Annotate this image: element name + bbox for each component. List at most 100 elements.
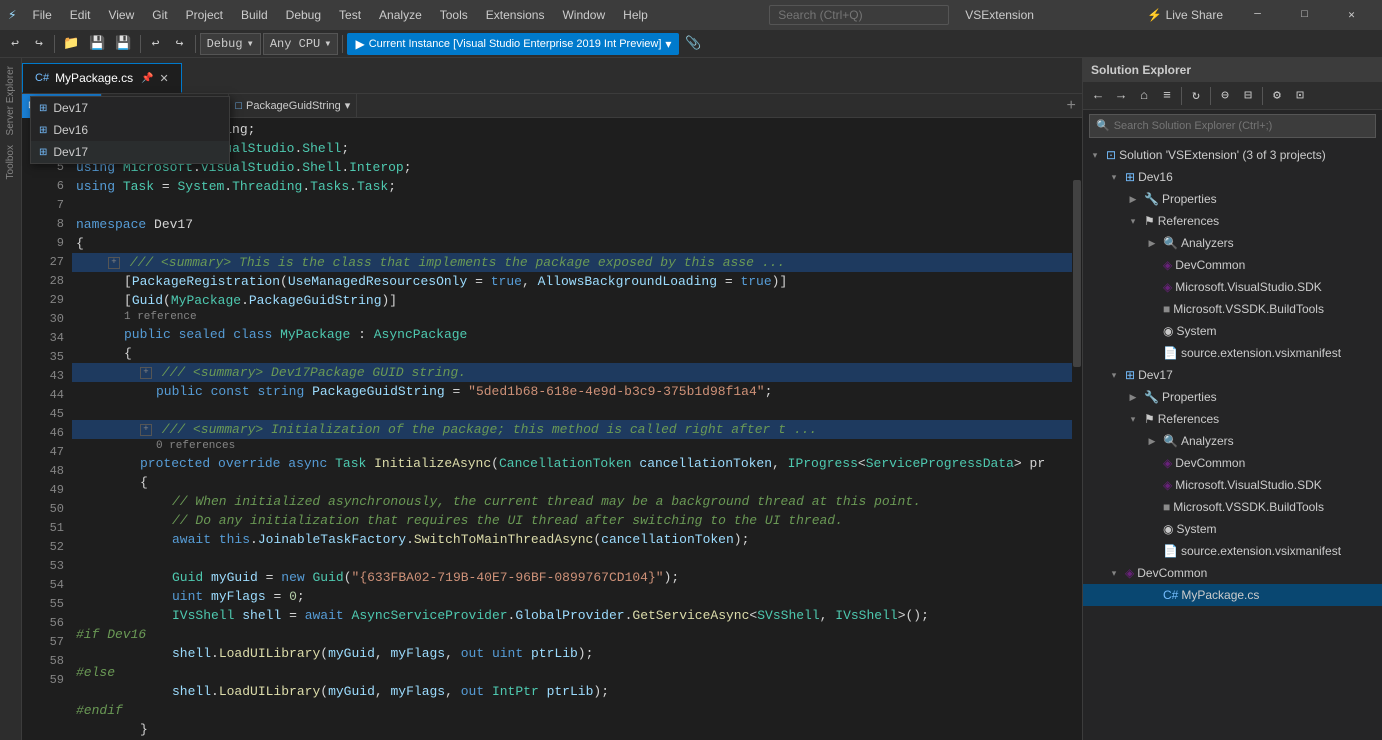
se-props-btn[interactable]: ≡ — [1156, 85, 1178, 107]
menu-tools[interactable]: Tools — [432, 6, 476, 24]
tab-mypackage[interactable]: C# MyPackage.cs 📌 ✕ — [22, 63, 182, 93]
menu-file[interactable]: File — [24, 6, 59, 24]
tree-analyzers-dev17[interactable]: ▶ 🔍 Analyzers — [1083, 430, 1382, 452]
tree-vs-sdk-dev16[interactable]: ◈ Microsoft.VisualStudio.SDK — [1083, 276, 1382, 298]
toolbar-undo-btn[interactable]: ↩ — [145, 33, 167, 55]
tab-close-btn[interactable]: ✕ — [160, 72, 169, 85]
toolbar-back-btn[interactable]: ↩ — [4, 33, 26, 55]
expand-analyzers-dev17[interactable]: ▶ — [1144, 433, 1160, 449]
se-close-btn[interactable]: ⊡ — [1289, 85, 1311, 107]
tree-system-dev16[interactable]: ◉ System — [1083, 320, 1382, 342]
code-line-54: #else — [72, 663, 1082, 682]
se-fwd-btn[interactable]: → — [1110, 85, 1132, 107]
tree-devcommon-dev17[interactable]: ◈ DevCommon — [1083, 452, 1382, 474]
toolbar-redo-btn[interactable]: ↪ — [169, 33, 191, 55]
tree-manifest-dev17[interactable]: 📄 source.extension.vsixmanifest — [1083, 540, 1382, 562]
code-line-51: IVsShell shell = await AsyncServiceProvi… — [72, 606, 1082, 625]
close-button[interactable]: ✕ — [1329, 0, 1374, 30]
menu-bar: File Edit View Git Project Build Debug T… — [24, 6, 655, 24]
tree-references-dev17[interactable]: ▾ ⚑ References — [1083, 408, 1382, 430]
code-editor: 3 4 5 6 7 8 9 27 28 29 30 34 35 43 44 — [22, 118, 1082, 740]
maximize-button[interactable]: □ — [1282, 0, 1327, 30]
expand-26[interactable]: + — [108, 257, 120, 269]
se-home-btn[interactable]: ⌂ — [1133, 85, 1155, 107]
branch-item-dev17-top[interactable]: ⊞ Dev17 — [31, 97, 229, 119]
code-content[interactable]: using System.Threading; using Microsoft.… — [72, 118, 1082, 740]
menu-debug[interactable]: Debug — [278, 6, 329, 24]
expand-refs-dev16[interactable]: ▾ — [1125, 213, 1141, 229]
tree-vssdk-bt-dev17[interactable]: ■ Microsoft.VSSDK.BuildTools — [1083, 496, 1382, 518]
title-search-input[interactable] — [769, 5, 949, 25]
platform-dropdown[interactable]: Any CPU ▾ — [263, 33, 339, 55]
tab-label: MyPackage.cs — [55, 71, 133, 85]
se-search-icon: 🔍 — [1096, 119, 1110, 133]
tab-pin-icon[interactable]: 📌 — [141, 73, 153, 84]
tree-vs-sdk-dev17[interactable]: ◈ Microsoft.VisualStudio.SDK — [1083, 474, 1382, 496]
menu-help[interactable]: Help — [615, 6, 656, 24]
menu-build[interactable]: Build — [233, 6, 276, 24]
add-tab-btn[interactable]: + — [1060, 94, 1082, 118]
expand-dev17[interactable]: ▾ — [1106, 367, 1122, 383]
expand-dev16[interactable]: ▾ — [1106, 169, 1122, 185]
tree-project-devcommon[interactable]: ▾ ◈ DevCommon — [1083, 562, 1382, 584]
tree-project-dev16[interactable]: ▾ ⊞ Dev16 — [1083, 166, 1382, 188]
se-filter-btn[interactable]: ⊟ — [1237, 85, 1259, 107]
properties-dev16-icon: 🔧 — [1144, 192, 1159, 206]
expand-31[interactable]: + — [140, 367, 152, 379]
se-search[interactable]: 🔍 — [1089, 114, 1376, 138]
expand-refs-dev17[interactable]: ▾ — [1125, 411, 1141, 427]
tree-project-dev17[interactable]: ▾ ⊞ Dev17 — [1083, 364, 1382, 386]
se-collapse-btn[interactable]: ⊖ — [1214, 85, 1236, 107]
debug-config-dropdown[interactable]: Debug ▾ — [200, 33, 261, 55]
expand-solution[interactable]: ▾ — [1087, 147, 1103, 163]
toolbar-attach-btn[interactable]: 📎 — [681, 33, 705, 55]
se-settings-btn[interactable]: ⚙ — [1266, 85, 1288, 107]
toolbar: ↩ ↪ 📁 💾 💾 ↩ ↪ Debug ▾ Any CPU ▾ ▶ Curren… — [0, 30, 1382, 58]
run-button[interactable]: ▶ Current Instance [Visual Studio Enterp… — [347, 33, 679, 55]
code-line-30: { — [72, 344, 1082, 363]
toolbar-fwd-btn[interactable]: ↪ — [28, 33, 50, 55]
editor-scrollbar[interactable] — [1072, 118, 1082, 740]
tree-manifest-dev16[interactable]: 📄 source.extension.vsixmanifest — [1083, 342, 1382, 364]
menu-test[interactable]: Test — [331, 6, 369, 24]
member-dropdown[interactable]: □ PackageGuidString ▾ — [229, 94, 357, 118]
menu-project[interactable]: Project — [178, 6, 231, 24]
se-back-btn[interactable]: ← — [1087, 85, 1109, 107]
branch-item-dev16[interactable]: ⊞ Dev16 — [31, 119, 229, 141]
toolbar-save-btn[interactable]: 💾 — [85, 33, 109, 55]
tree-properties-dev16[interactable]: ▶ 🔧 Properties — [1083, 188, 1382, 210]
live-share-btn[interactable]: ⚡ Live Share — [1147, 8, 1223, 22]
tree-mypackage-cs[interactable]: C# MyPackage.cs — [1083, 584, 1382, 606]
tree-vssdk-bt-dev16[interactable]: ■ Microsoft.VSSDK.BuildTools — [1083, 298, 1382, 320]
tree-analyzers-dev16[interactable]: ▶ 🔍 Analyzers — [1083, 232, 1382, 254]
tree-properties-dev17[interactable]: ▶ 🔧 Properties — [1083, 386, 1382, 408]
se-sep-2 — [1210, 87, 1211, 105]
expand-props-dev16[interactable]: ▶ — [1125, 191, 1141, 207]
tree-system-dev17[interactable]: ◉ System — [1083, 518, 1382, 540]
se-refresh-btn[interactable]: ↻ — [1185, 85, 1207, 107]
vssdk-bt-dev16-label: Microsoft.VSSDK.BuildTools — [1173, 302, 1324, 316]
expand-36[interactable]: + — [140, 424, 152, 436]
se-search-input[interactable] — [1114, 120, 1369, 132]
branch-item-dev17-selected[interactable]: ⊞ Dev17 — [31, 141, 229, 163]
devcommon-dev17-label: DevCommon — [1175, 456, 1245, 470]
menu-extensions[interactable]: Extensions — [478, 6, 553, 24]
tree-devcommon-dev16[interactable]: ◈ DevCommon — [1083, 254, 1382, 276]
menu-git[interactable]: Git — [144, 6, 175, 24]
menu-edit[interactable]: Edit — [62, 6, 99, 24]
server-explorer-label[interactable]: Server Explorer — [3, 62, 18, 139]
tree-references-dev16[interactable]: ▾ ⚑ References — [1083, 210, 1382, 232]
toolbox-label[interactable]: Toolbox — [3, 141, 18, 183]
menu-window[interactable]: Window — [554, 6, 613, 24]
code-line-53: shell.LoadUILibrary(myGuid, myFlags, out… — [72, 644, 1082, 663]
expand-analyzers-dev16[interactable]: ▶ — [1144, 235, 1160, 251]
toolbar-open-btn[interactable]: 📁 — [59, 33, 83, 55]
toolbar-saveall-btn[interactable]: 💾 — [111, 33, 135, 55]
minimize-button[interactable]: ─ — [1235, 0, 1280, 30]
menu-view[interactable]: View — [100, 6, 142, 24]
expand-devcommon[interactable]: ▾ — [1106, 565, 1122, 581]
expand-props-dev17[interactable]: ▶ — [1125, 389, 1141, 405]
code-line-43: protected override async Task Initialize… — [72, 454, 1082, 473]
menu-analyze[interactable]: Analyze — [371, 6, 430, 24]
tree-solution[interactable]: ▾ ⊡ Solution 'VSExtension' (3 of 3 proje… — [1083, 144, 1382, 166]
